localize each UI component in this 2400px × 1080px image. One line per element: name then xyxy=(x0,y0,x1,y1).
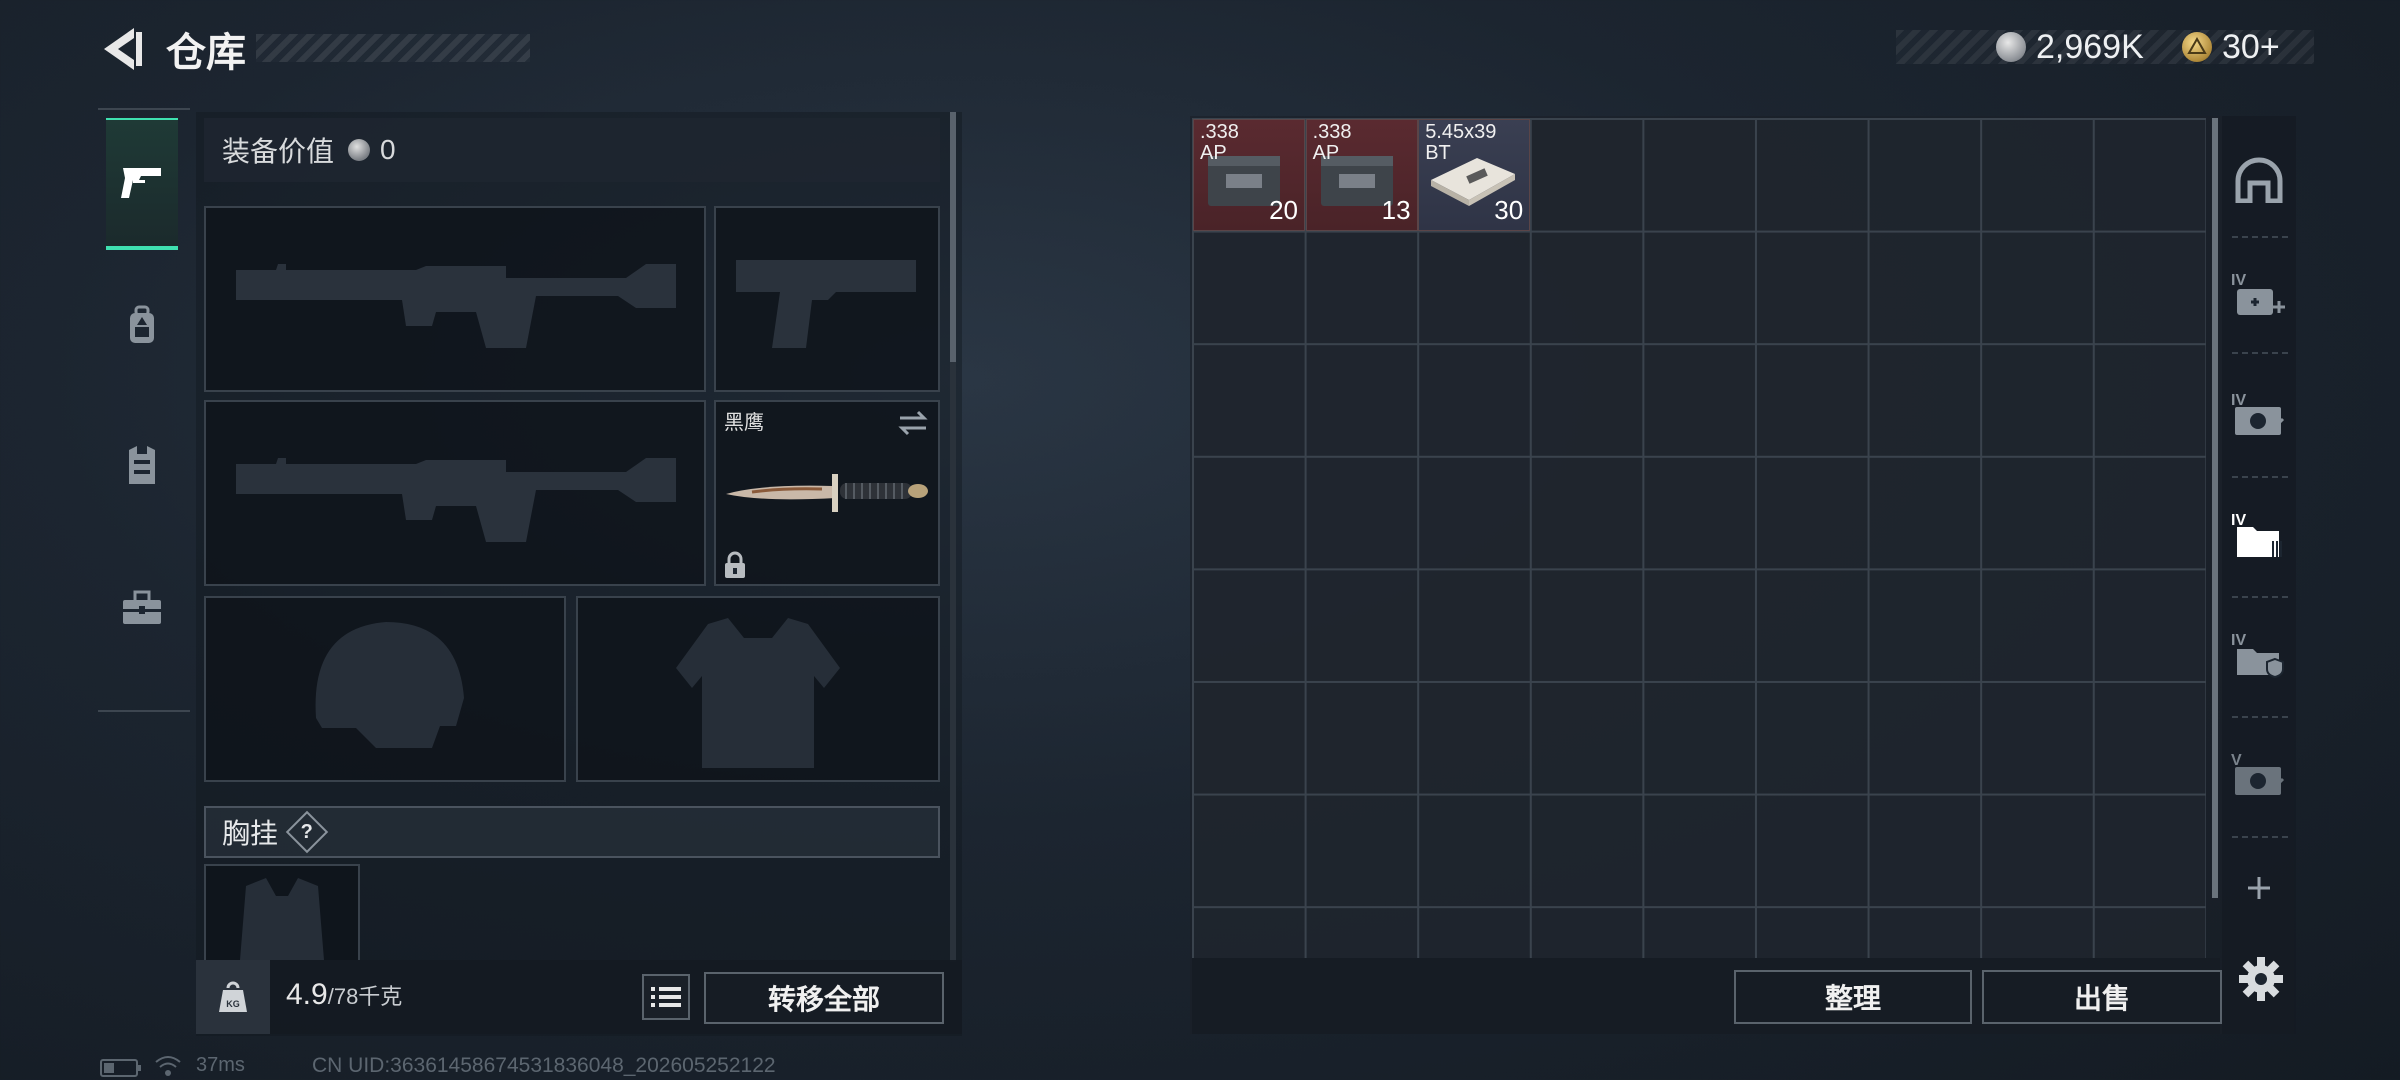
sell-button[interactable]: 出售 xyxy=(1982,970,2222,1024)
battery-icon xyxy=(100,1058,142,1080)
svg-text:IV: IV xyxy=(2231,512,2246,529)
weight-badge: KG xyxy=(196,960,270,1034)
shield-container-icon: IV xyxy=(2231,632,2284,679)
tab-toolbox[interactable] xyxy=(106,542,178,674)
svg-text:IV: IV xyxy=(2231,632,2246,649)
svg-text:KG: KG xyxy=(226,999,240,1009)
item-count: 30 xyxy=(1494,195,1524,225)
carry-weight: 4.9/78千克 xyxy=(286,978,402,1012)
backpack-icon xyxy=(130,305,154,343)
folder-container-icon: IV xyxy=(2231,512,2282,557)
silver-balance: 2,969K xyxy=(2036,28,2144,66)
side-tab-folder-container[interactable]: IV xyxy=(2224,482,2294,586)
melee-name: 黑鹰 xyxy=(724,412,764,434)
settings-button[interactable] xyxy=(2236,954,2286,1004)
ammo-container-icon: V xyxy=(2231,752,2285,795)
stash-grid[interactable]: .338 AP 20 .338 AP 13 5.45x39 BT 30 xyxy=(1192,118,2206,958)
plus-icon xyxy=(2248,877,2270,899)
side-tab-ammo-container-v[interactable]: V xyxy=(2224,722,2294,826)
back-arrow-icon xyxy=(104,28,142,70)
organize-button[interactable]: 整理 xyxy=(1734,970,1972,1024)
item-count: 20 xyxy=(1269,195,1298,225)
stash-item[interactable]: .338 AP 13 xyxy=(1305,119,1418,231)
helmet-slot[interactable] xyxy=(204,596,566,782)
side-tab-ammo-container[interactable]: IV xyxy=(2224,362,2294,466)
svg-text:IV: IV xyxy=(2231,392,2246,409)
gold-balance[interactable]: 30+ xyxy=(2222,28,2280,67)
sidearm-slot[interactable] xyxy=(714,206,940,392)
silver-coin-icon xyxy=(1996,32,2026,62)
primary-weapon-slot-2[interactable] xyxy=(204,400,706,586)
rifle-silhouette-icon xyxy=(236,458,676,542)
carry-weight-capacity: /78千克 xyxy=(327,984,403,1009)
back-button[interactable] xyxy=(96,22,146,76)
add-container-button[interactable] xyxy=(2224,846,2294,930)
chest-rig-label: 胸挂 xyxy=(222,818,279,849)
svg-text:IV: IV xyxy=(2231,272,2246,289)
help-icon[interactable]: ? xyxy=(285,810,329,854)
item-count: 13 xyxy=(1381,195,1411,225)
stash-item[interactable]: .338 AP 20 xyxy=(1193,119,1305,231)
transfer-all-button[interactable]: 转移全部 xyxy=(704,972,944,1024)
category-rail xyxy=(98,108,190,712)
wifi-icon xyxy=(154,1054,182,1080)
side-tab-shield-container[interactable]: IV xyxy=(2224,602,2294,706)
toolbox-icon xyxy=(123,590,161,624)
tab-backpack[interactable] xyxy=(106,260,178,392)
swap-icon[interactable] xyxy=(896,408,930,438)
armor-slot[interactable] xyxy=(576,596,940,782)
carry-weight-value: 4.9 xyxy=(286,978,328,1011)
vest-icon xyxy=(129,446,155,484)
svg-text:V: V xyxy=(2231,752,2242,769)
tab-weapons[interactable] xyxy=(106,118,178,250)
lock-icon xyxy=(725,551,745,578)
armor-vest-silhouette-icon xyxy=(676,618,840,768)
tab-vest[interactable] xyxy=(106,400,178,532)
equipment-value-bar: 装备价值 0 xyxy=(204,118,940,182)
chest-rig-slot[interactable] xyxy=(204,864,360,960)
user-uid: CN UID:36361458674531836048_202605252122 xyxy=(312,1054,776,1077)
ammo-container-icon: IV xyxy=(2231,392,2285,435)
melee-slot[interactable]: 黑鹰 xyxy=(714,400,940,586)
chest-rig-header: 胸挂 ? xyxy=(204,806,940,858)
side-tab-medkit-container[interactable]: IV xyxy=(2224,242,2294,346)
silver-coin-icon xyxy=(348,139,371,161)
ping: 37ms xyxy=(196,1054,245,1076)
stash-item[interactable]: 5.45x39 BT 30 xyxy=(1418,119,1531,231)
helmet-silhouette-icon xyxy=(315,622,464,748)
chest-rig-silhouette-icon xyxy=(240,878,324,960)
list-icon xyxy=(651,987,681,1007)
side-tab-armory[interactable] xyxy=(2224,128,2294,232)
stash-scrollbar[interactable] xyxy=(2212,118,2218,898)
list-view-button[interactable] xyxy=(642,974,690,1020)
equipment-value-label: 装备价值 xyxy=(222,136,335,167)
title-stripe xyxy=(256,34,530,62)
primary-weapon-slot-1[interactable] xyxy=(204,206,706,392)
pistol-silhouette-icon xyxy=(736,260,916,348)
knife-icon xyxy=(726,474,928,512)
loadout-scrollbar[interactable] xyxy=(950,112,956,362)
weight-icon: KG xyxy=(219,981,247,1012)
page-title: 仓库 xyxy=(166,31,246,75)
medkit-container-icon: IV xyxy=(2231,272,2285,315)
rifle-silhouette-icon xyxy=(236,264,676,348)
gear-icon xyxy=(2239,957,2283,1001)
armory-icon xyxy=(2235,157,2283,203)
equipment-value: 0 xyxy=(380,134,396,165)
gold-coin-icon xyxy=(2182,32,2212,62)
pistol-icon xyxy=(121,168,161,198)
